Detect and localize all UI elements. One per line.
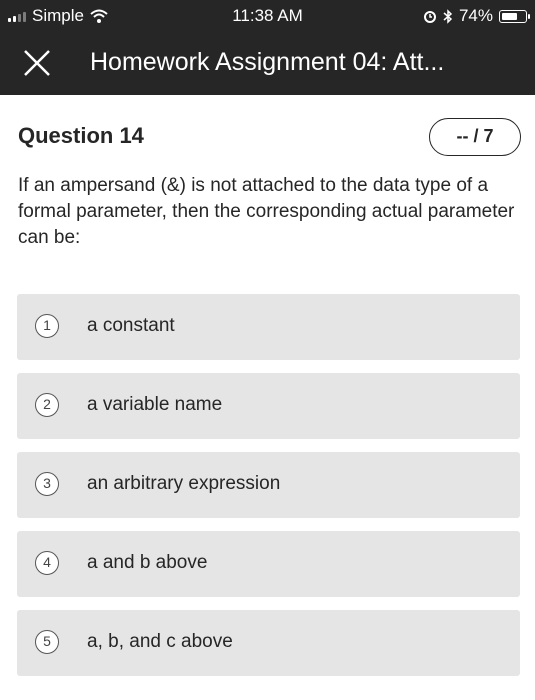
option-label: a variable name <box>87 394 223 415</box>
option-label: a constant <box>87 315 175 336</box>
page-title: Homework Assignment 04: Att... <box>90 48 445 76</box>
status-right: 74% <box>423 6 530 26</box>
answer-options: 1 a constant 2 a variable name 3 an arbi… <box>17 294 520 689</box>
battery-icon <box>499 9 530 23</box>
close-button[interactable] <box>20 46 60 82</box>
nav-row: Homework Assignment 04: Att... <box>0 40 535 86</box>
top-bar: Simple 11:38 AM 74% Homework Assignment … <box>0 0 535 95</box>
option-number: 5 <box>35 630 59 654</box>
option-2[interactable]: 2 a variable name <box>17 373 520 439</box>
battery-percent: 74% <box>458 6 493 25</box>
status-bar: Simple 11:38 AM 74% <box>0 0 535 32</box>
option-1[interactable]: 1 a constant <box>17 294 520 360</box>
option-5[interactable]: 5 a, b, and c above <box>17 610 520 676</box>
option-number: 3 <box>35 472 59 496</box>
option-label: a and b above <box>87 552 208 573</box>
close-icon <box>24 50 50 76</box>
option-label: a, b, and c above <box>87 631 233 652</box>
score-badge: -- / 7 <box>429 118 521 156</box>
bluetooth-icon <box>443 8 453 24</box>
question-title: Question 14 <box>18 123 144 148</box>
option-number: 1 <box>35 314 59 338</box>
option-number: 4 <box>35 551 59 575</box>
alarm-icon <box>423 11 436 23</box>
option-number: 2 <box>35 393 59 417</box>
question-header: Question 14 -- / 7 <box>18 118 521 158</box>
option-label: an arbitrary expression <box>87 473 281 494</box>
option-3[interactable]: 3 an arbitrary expression <box>17 452 520 518</box>
option-4[interactable]: 4 a and b above <box>17 531 520 597</box>
question-text: If an ampersand (&) is not attached to t… <box>18 175 515 248</box>
